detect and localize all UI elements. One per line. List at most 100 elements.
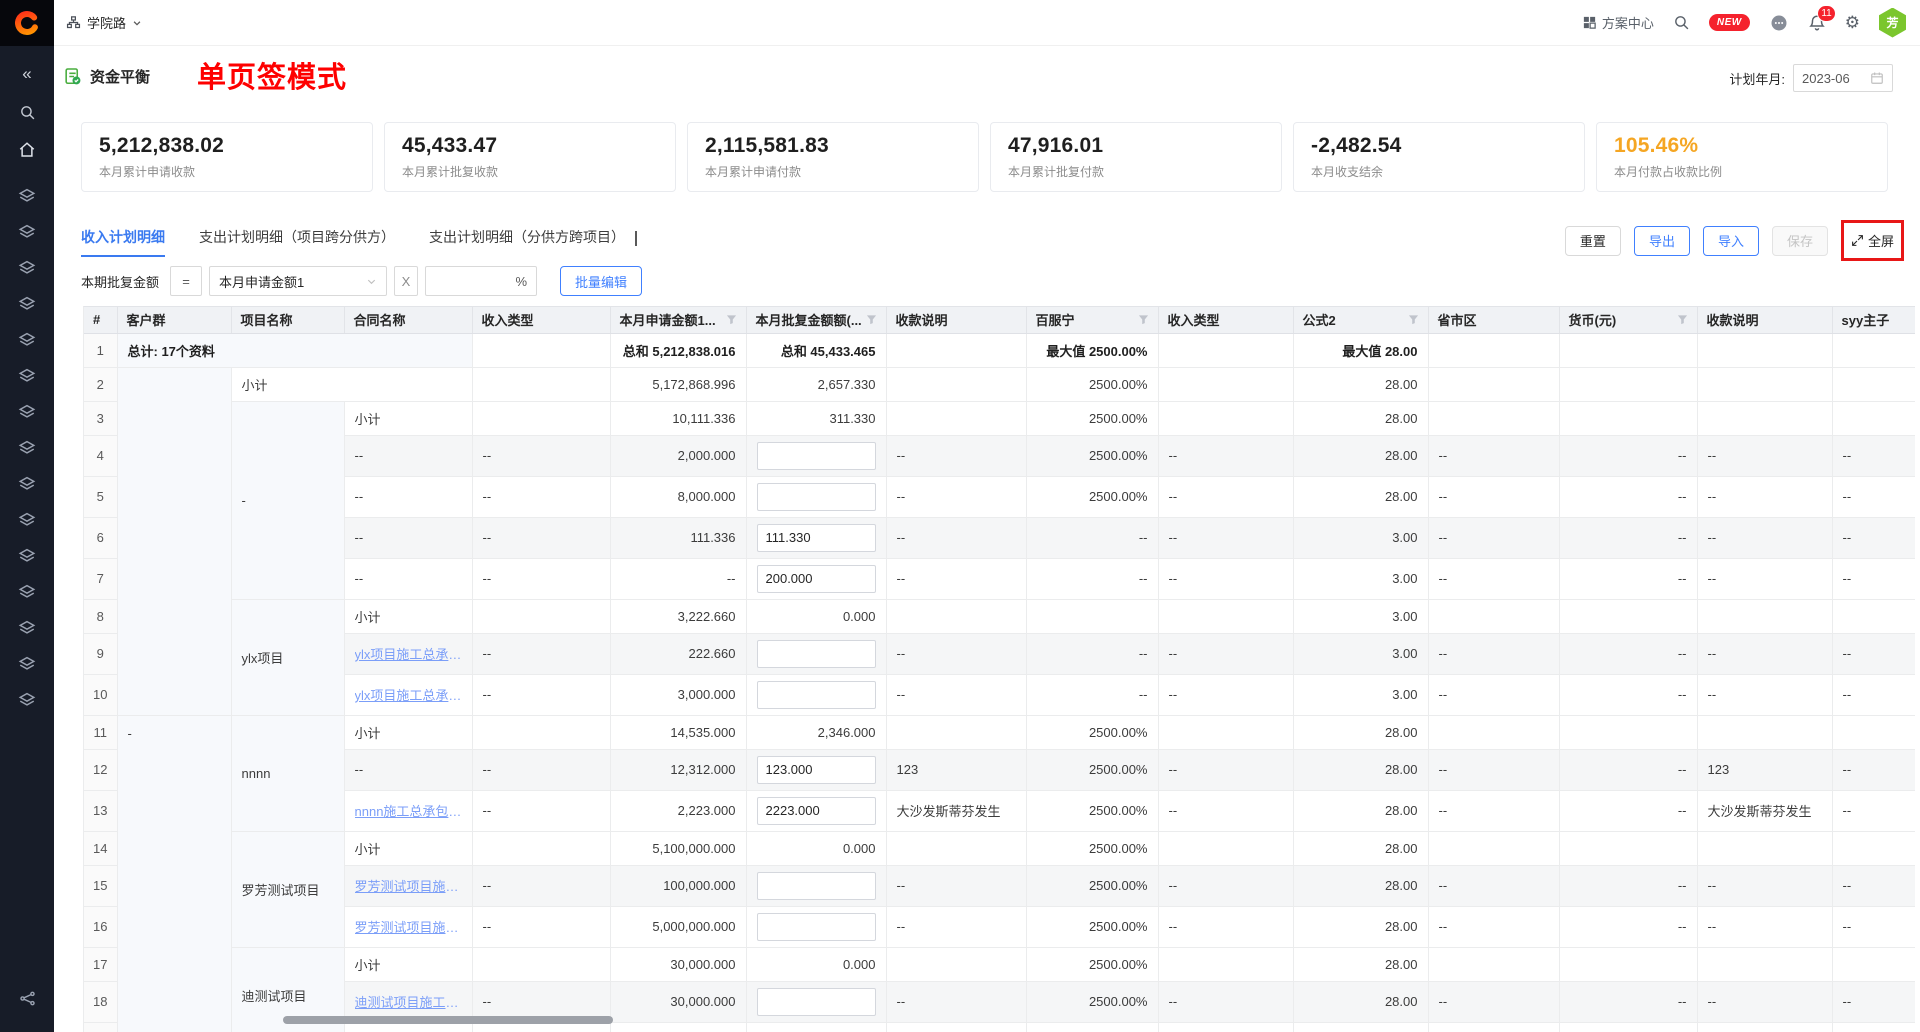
approve-amount-input[interactable]	[757, 565, 876, 593]
home-icon[interactable]	[0, 134, 54, 166]
column-header[interactable]: syy主子	[1832, 307, 1915, 333]
kpi-label: 本月付款占收款比例	[1614, 163, 1870, 180]
layers-icon[interactable]	[0, 322, 54, 358]
approve-amount-input[interactable]	[757, 681, 876, 709]
messages-button[interactable]	[1769, 13, 1789, 33]
table-cell: 28.00	[1293, 476, 1428, 517]
table-cell: 最大值 2500.00%	[1026, 333, 1158, 367]
layers-icon[interactable]	[0, 178, 54, 214]
layers-icon[interactable]	[0, 646, 54, 682]
settings-button[interactable]: ⚙	[1845, 13, 1860, 33]
layers-icon[interactable]	[0, 394, 54, 430]
table-cell: --	[1832, 981, 1915, 1022]
approve-amount-input[interactable]	[757, 442, 876, 470]
column-header[interactable]: 省市区	[1428, 307, 1559, 333]
table-cell: --	[886, 865, 1026, 906]
org-icon	[66, 15, 81, 30]
layers-icon[interactable]	[0, 538, 54, 574]
column-header[interactable]: 百服宁	[1026, 307, 1158, 333]
column-header[interactable]: 收款说明	[886, 307, 1026, 333]
table-cell: 6	[84, 517, 117, 558]
avatar[interactable]: 芳	[1879, 8, 1906, 38]
column-header[interactable]: 本月批复金额额(...	[746, 307, 886, 333]
contract-link[interactable]: ylx项目施工总承包...	[355, 644, 462, 663]
import-button[interactable]: 导入	[1703, 226, 1759, 256]
table-cell: --	[1026, 517, 1158, 558]
app-logo[interactable]	[0, 0, 54, 46]
kpi-label: 本月累计申请收款	[99, 163, 355, 180]
tab-expense-plan-project[interactable]: 支出计划明细（项目跨分供方）	[199, 227, 395, 257]
table-row: 16罗芳测试项目施工...--5,000,000.000--2500.00%--…	[84, 906, 1915, 947]
approve-amount-input[interactable]	[757, 756, 876, 784]
percent-suffix: %	[515, 274, 527, 289]
plan-center-link[interactable]: 方案中心	[1582, 13, 1654, 32]
column-header[interactable]: 收入类型	[472, 307, 610, 333]
column-header[interactable]: 客户群	[117, 307, 231, 333]
layers-icon[interactable]	[0, 466, 54, 502]
approve-amount-input[interactable]	[757, 483, 876, 511]
tab-expense-plan-supplier[interactable]: 支出计划明细（分供方跨项目）	[429, 227, 625, 257]
fullscreen-button[interactable]: 全屏	[1851, 231, 1894, 250]
table-cell: --	[472, 790, 610, 831]
layers-icon[interactable]	[0, 214, 54, 250]
layers-icon[interactable]	[0, 358, 54, 394]
approve-amount-input[interactable]	[757, 872, 876, 900]
search-button[interactable]	[1673, 14, 1690, 31]
column-header[interactable]: #	[84, 307, 117, 333]
org-switcher[interactable]: 学院路	[54, 13, 142, 32]
nodes-icon[interactable]	[0, 982, 54, 1014]
fullscreen-label: 全屏	[1868, 231, 1894, 250]
table-cell: --	[1697, 906, 1832, 947]
new-badge[interactable]: NEW	[1709, 14, 1750, 31]
table-cell: --	[1428, 476, 1559, 517]
layers-icon[interactable]	[0, 286, 54, 322]
layers-icon[interactable]	[0, 250, 54, 286]
multiply-operator[interactable]: X	[394, 266, 418, 296]
percent-input[interactable]	[435, 274, 505, 289]
table-cell: --	[1026, 633, 1158, 674]
table-cell: 222.660	[610, 633, 746, 674]
calendar-icon	[1870, 71, 1884, 85]
contract-link[interactable]: 罗芳测试项目施工...	[355, 876, 462, 895]
layers-icon[interactable]	[0, 502, 54, 538]
column-header[interactable]: 合同名称	[344, 307, 472, 333]
table-cell	[1832, 1022, 1915, 1032]
plan-month-picker[interactable]: 2023-06	[1793, 64, 1893, 92]
horizontal-scrollbar-thumb[interactable]	[283, 1016, 613, 1024]
table-cell: 2500.00%	[1026, 749, 1158, 790]
approve-amount-input[interactable]	[757, 913, 876, 941]
column-header[interactable]: 本月申请金额1...	[610, 307, 746, 333]
column-header[interactable]: 收款说明	[1697, 307, 1832, 333]
approve-amount-input[interactable]	[757, 797, 876, 825]
contract-cell: 罗芳测试项目施工...	[344, 865, 472, 906]
approve-amount-input[interactable]	[757, 988, 876, 1016]
tab-income-plan[interactable]: 收入计划明细	[81, 227, 165, 257]
table-cell: 28.00	[1293, 401, 1428, 435]
column-header[interactable]: 项目名称	[231, 307, 344, 333]
approve-amount-input[interactable]	[757, 640, 876, 668]
formula-field-select[interactable]: 本月申请金额1	[209, 266, 387, 296]
notifications-button[interactable]: 11	[1808, 14, 1826, 32]
table-cell: --	[886, 435, 1026, 476]
column-header[interactable]: 收入类型	[1158, 307, 1293, 333]
save-button[interactable]: 保存	[1772, 226, 1828, 256]
layers-icon[interactable]	[0, 682, 54, 718]
table-cell	[1697, 333, 1832, 367]
contract-link[interactable]: ylx项目施工总承包...	[355, 685, 462, 704]
collapse-sidebar-icon[interactable]: «	[0, 58, 54, 90]
search-icon[interactable]	[0, 96, 54, 128]
column-header[interactable]: 货币(元)	[1559, 307, 1697, 333]
approve-amount-input[interactable]	[757, 524, 876, 552]
layers-icon[interactable]	[0, 430, 54, 466]
export-button[interactable]: 导出	[1634, 226, 1690, 256]
table-cell	[1293, 1022, 1428, 1032]
contract-link[interactable]: nnnn施工总承包合同	[355, 801, 462, 820]
contract-link[interactable]: 罗芳测试项目施工...	[355, 917, 462, 936]
column-header[interactable]: 公式2	[1293, 307, 1428, 333]
contract-link[interactable]: 迪测试项目施工总...	[355, 992, 462, 1011]
table-row: 6----111.336------3.00--------	[84, 517, 1915, 558]
reset-button[interactable]: 重置	[1565, 226, 1621, 256]
layers-icon[interactable]	[0, 610, 54, 646]
layers-icon[interactable]	[0, 574, 54, 610]
batch-edit-button[interactable]: 批量编辑	[560, 266, 642, 296]
